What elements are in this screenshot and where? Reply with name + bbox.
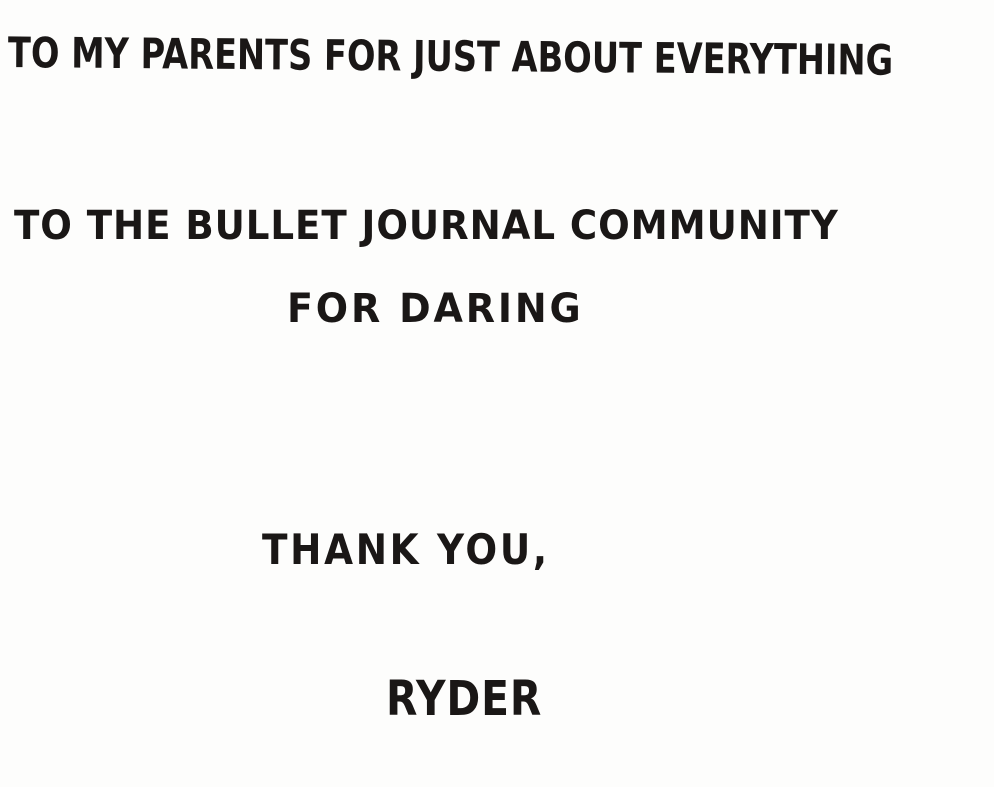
thank-you-line: THANK YOU, xyxy=(262,525,550,574)
dedication-line-daring: FOR DARING xyxy=(287,286,584,332)
dedication-line-parents: TO MY PARENTS FOR JUST ABOUT EVERYTHING xyxy=(7,28,894,85)
dedication-line-community: TO THE BULLET JOURNAL COMMUNITY xyxy=(14,203,839,249)
signature: RYDER xyxy=(386,671,543,727)
handwritten-dedication-page: TO MY PARENTS FOR JUST ABOUT EVERYTHING … xyxy=(0,0,994,787)
